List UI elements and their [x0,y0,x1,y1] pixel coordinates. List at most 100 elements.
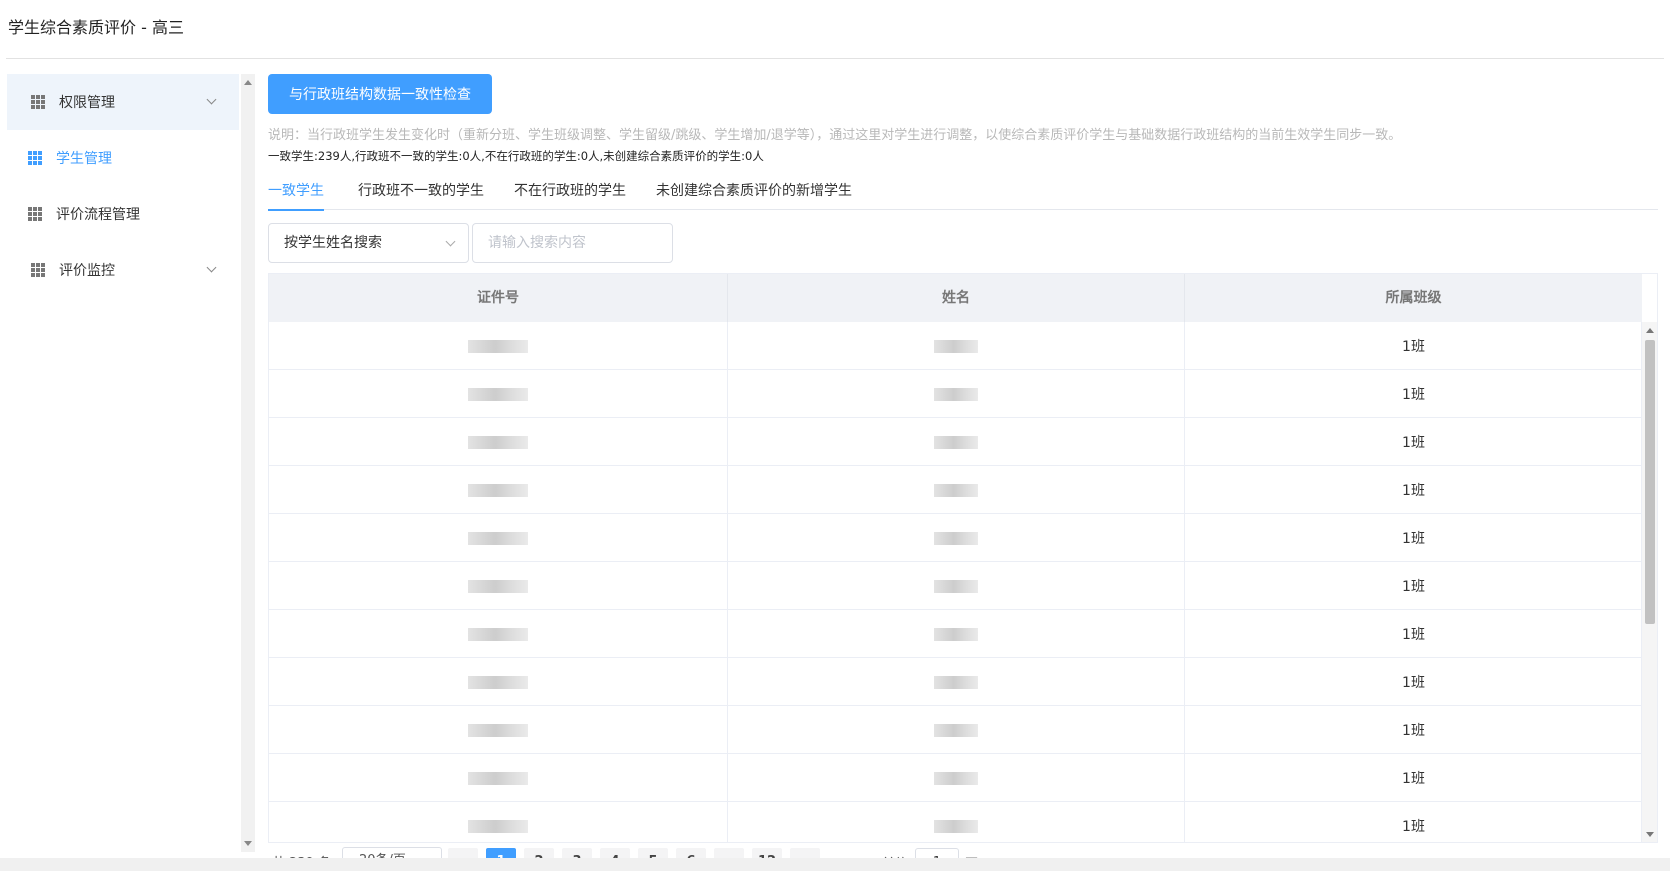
redacted-name [934,435,978,449]
cell-id [269,802,728,842]
table-scrollbar[interactable] [1641,322,1657,842]
grid-icon [31,95,45,109]
sidebar-item-permissions[interactable]: 权限管理 [7,74,239,130]
table-header: 证件号 姓名 所属班级 [269,274,1642,322]
tab-class-mismatch[interactable]: 行政班不一致的学生 [358,180,484,210]
redacted-id [468,723,528,737]
redacted-name [934,579,978,593]
sidebar-item-label: 学生管理 [56,151,112,167]
tab-new-students[interactable]: 未创建综合素质评价的新增学生 [656,180,852,210]
sidebar-item-workflow[interactable]: 评价流程管理 [7,186,239,242]
cell-name [728,466,1185,514]
cell-id [269,610,728,658]
tab-not-in-class[interactable]: 不在行政班的学生 [514,180,626,210]
redacted-name [934,339,978,353]
sidebar-item-students[interactable]: 学生管理 [7,130,239,186]
redacted-name [934,387,978,401]
cell-class: 1班 [1402,675,1425,691]
cell-id [269,658,728,706]
cell-name [728,610,1185,658]
grid-icon [28,151,42,165]
column-header-id[interactable]: 证件号 [269,274,728,322]
cell-name [728,754,1185,802]
redacted-id [468,579,528,593]
cell-name [728,658,1185,706]
description-text: 说明：当行政班学生发生变化时（重新分班、学生班级调整、学生留级/跳级、学生增加/… [268,128,1402,143]
table-row[interactable]: 1班 [269,562,1642,610]
table-row[interactable]: 1班 [269,754,1642,802]
redacted-name [934,771,978,785]
scroll-up-icon[interactable] [244,80,252,85]
cell-class: 1班 [1402,339,1425,355]
cell-id [269,418,728,466]
cell-name [728,802,1185,842]
cell-id [269,706,728,754]
redacted-id [468,675,528,689]
table-row[interactable]: 1班 [269,706,1642,754]
redacted-id [468,627,528,641]
redacted-name [934,675,978,689]
redacted-id [468,387,528,401]
scrollbar-thumb[interactable] [1645,340,1655,624]
redacted-name [934,627,978,641]
redacted-id [468,435,528,449]
redacted-id [468,339,528,353]
chevron-down-icon [445,236,456,247]
table-row[interactable]: 1班 [269,466,1642,514]
cell-class: 1班 [1402,771,1425,787]
scroll-down-icon[interactable] [1646,832,1654,837]
table-row[interactable]: 1班 [269,802,1642,842]
consistency-check-button[interactable]: 与行政班结构数据一致性检查 [268,74,492,114]
table-row[interactable]: 1班 [269,418,1642,466]
cell-class: 1班 [1402,483,1425,499]
table-row[interactable]: 1班 [269,610,1642,658]
sidebar-item-label: 权限管理 [59,95,115,111]
sidebar-item-monitoring[interactable]: 评价监控 [7,242,239,298]
cell-id [269,754,728,802]
cell-id [269,514,728,562]
cell-name [728,562,1185,610]
tab-consistent[interactable]: 一致学生 [268,180,324,211]
page-title: 学生综合素质评价 - 高三 [8,18,184,37]
cell-class: 1班 [1402,723,1425,739]
cell-id [269,370,728,418]
redacted-id [468,531,528,545]
table-body: 1班 1班 1班 1班 1班 1班 1班 1班 1班 1班 1班 [269,322,1642,842]
column-header-name[interactable]: 姓名 [728,274,1185,322]
cell-class: 1班 [1402,435,1425,451]
sidebar-item-label: 评价流程管理 [56,207,140,223]
sidebar: 权限管理 学生管理 评价流程管理 评价监控 [7,74,239,852]
scroll-down-icon[interactable] [244,841,252,846]
student-tabs: 一致学生 行政班不一致的学生 不在行政班的学生 未创建综合素质评价的新增学生 [268,180,1658,211]
grid-icon [31,263,45,277]
redacted-id [468,819,528,833]
grid-icon [28,207,42,221]
table-row[interactable]: 1班 [269,514,1642,562]
table-row[interactable]: 1班 [269,322,1642,370]
table-row[interactable]: 1班 [269,370,1642,418]
cell-name [728,418,1185,466]
scroll-up-icon[interactable] [1646,328,1654,333]
cell-name [728,514,1185,562]
redacted-name [934,723,978,737]
redacted-name [934,483,978,497]
sidebar-item-label: 评价监控 [59,263,115,279]
cell-class: 1班 [1402,531,1425,547]
search-type-select[interactable]: 按学生姓名搜索 [268,223,469,263]
chevron-down-icon [206,262,217,273]
cell-class: 1班 [1402,387,1425,403]
window-bottom-scrollbar[interactable] [0,858,1670,871]
search-type-value: 按学生姓名搜索 [284,235,382,251]
column-header-class[interactable]: 所属班级 [1185,274,1642,322]
cell-id [269,562,728,610]
redacted-id [468,771,528,785]
cell-id [269,466,728,514]
redacted-name [934,819,978,833]
sidebar-scrollbar[interactable] [241,74,255,852]
table-row[interactable]: 1班 [269,658,1642,706]
chevron-down-icon [206,94,217,105]
students-table: 证件号 姓名 所属班级 1班 1班 1班 1班 1班 1班 1班 1班 1班 1班 1班 [268,273,1658,843]
cell-id [269,322,728,370]
cell-name [728,706,1185,754]
search-input[interactable] [472,223,673,263]
